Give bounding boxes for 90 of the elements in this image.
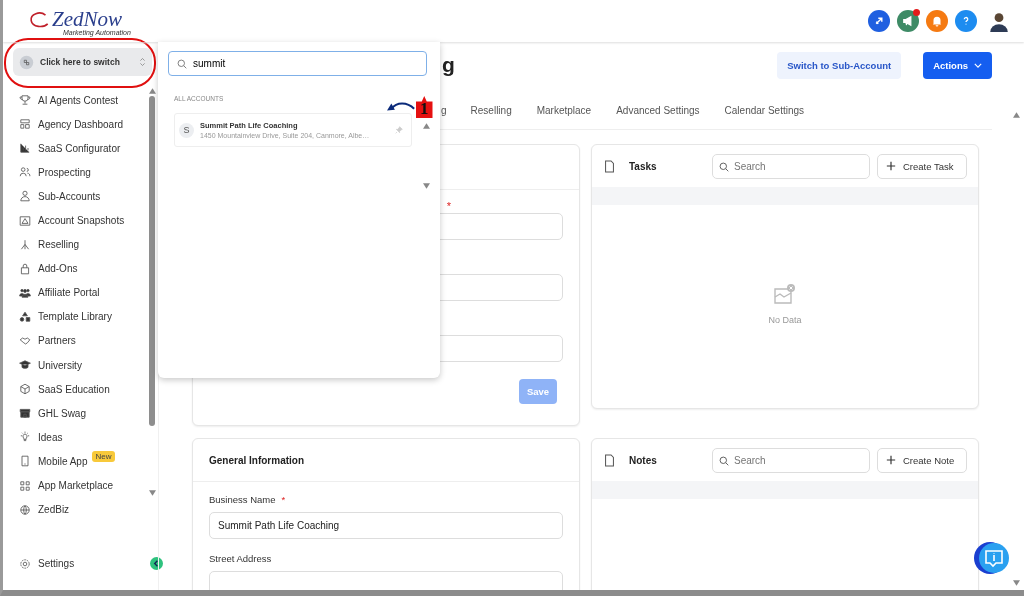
sidebar-item[interactable]: Agency Dashboard	[3, 112, 146, 137]
sidebar-item[interactable]: Sub-Accounts	[3, 184, 146, 209]
search-icon	[177, 59, 187, 69]
scrollbar-thumb[interactable]	[149, 96, 155, 426]
search-field[interactable]: summit	[168, 51, 427, 76]
sidebar-item[interactable]: University	[3, 353, 146, 378]
sidebar-item[interactable]: AI Agents Contest	[3, 88, 146, 113]
sidebar-item[interactable]: Add-Ons	[3, 256, 146, 281]
sidebar-item[interactable]: Partners	[3, 328, 146, 354]
store-icon	[19, 407, 31, 420]
logo-text: ZedNow	[52, 7, 122, 31]
sidebar-item[interactable]: Account Snapshots	[3, 208, 146, 233]
scroll-up-arrow-icon[interactable]	[422, 123, 430, 129]
search-icon	[719, 161, 729, 172]
bag-icon	[19, 262, 31, 275]
up-down-caret-icon	[139, 56, 146, 68]
card-title: Tasks	[629, 160, 658, 172]
lightbulb-icon	[19, 431, 31, 444]
card-title: Notes	[629, 454, 658, 466]
scroll-down-arrow-icon[interactable]	[1013, 580, 1020, 586]
rocket-icon[interactable]	[868, 10, 890, 32]
create-note-button[interactable]: Create Note	[877, 447, 967, 473]
image-frame-icon	[19, 214, 31, 227]
plus-icon	[886, 455, 896, 465]
field-label: Business Name	[209, 494, 276, 505]
sidebar-item[interactable]: Ideas	[3, 425, 146, 450]
input-field[interactable]	[209, 571, 563, 590]
sidebar-item[interactable]: SaaS Configurator	[3, 136, 146, 161]
settings-item[interactable]: Settings	[3, 551, 75, 576]
chat-help-icon[interactable]	[974, 540, 1010, 576]
sidebar-item[interactable]: App Marketplace	[3, 473, 146, 498]
sidebar-item[interactable]: Reselling	[3, 232, 146, 257]
account-switcher[interactable]: Click here to switch	[13, 48, 152, 76]
required-mark: *	[446, 200, 451, 213]
grid-icon	[19, 479, 31, 492]
account-initial: S	[179, 122, 194, 138]
card-title: General Information	[209, 454, 305, 466]
cube-icon	[19, 383, 31, 396]
document-icon	[604, 159, 615, 173]
empty-state-text: No Data	[768, 315, 802, 325]
sidebar-item[interactable]: ZedBiz	[3, 497, 146, 522]
sidebar-item[interactable]: Mobile App New	[3, 449, 146, 474]
sidebar-item[interactable]: Prospecting	[3, 160, 146, 185]
sidebar-item[interactable]: SaaS Education	[3, 377, 146, 402]
tab[interactable]: Marketplace	[536, 92, 592, 128]
tab[interactable]: Advanced Settings	[616, 92, 700, 128]
sidebar-item[interactable]: Affiliate Portal	[3, 280, 146, 305]
search-icon	[719, 455, 729, 466]
group-icon	[19, 286, 31, 299]
people-icon	[19, 166, 31, 179]
tab[interactable]: Reselling	[470, 92, 512, 128]
page-title: g	[442, 53, 455, 77]
avatar-icon[interactable]	[988, 10, 1010, 32]
sidebar-item[interactable]: GHL Swag	[3, 401, 146, 426]
required-mark: *	[281, 494, 286, 505]
bell-icon[interactable]	[926, 10, 948, 32]
document-icon	[604, 453, 615, 467]
settings-icon	[19, 557, 31, 570]
graduation-cap-icon	[19, 359, 31, 372]
create-task-button[interactable]: Create Task	[877, 153, 967, 179]
search-field[interactable]: Search	[712, 153, 870, 179]
input-field[interactable]: Summit Path Life Coaching	[209, 512, 563, 539]
location-icon	[19, 54, 34, 70]
new-badge: New	[92, 450, 115, 462]
megaphone-icon[interactable]	[897, 10, 919, 32]
chevron-left-icon	[152, 559, 161, 569]
step-marker: 1	[416, 96, 433, 118]
scroll-down-arrow-icon[interactable]	[148, 490, 156, 496]
scroll-up-arrow-icon[interactable]	[148, 88, 156, 94]
branch-icon	[19, 238, 31, 251]
plus-icon	[886, 161, 896, 171]
dashboard-icon	[19, 118, 31, 131]
shapes-icon	[19, 310, 31, 323]
tab[interactable]: g	[441, 92, 447, 128]
field-label: Street Address	[209, 553, 272, 564]
actions-button[interactable]: Actions	[923, 51, 992, 79]
tab[interactable]: Calendar Settings	[724, 92, 805, 128]
phone-icon	[19, 455, 31, 468]
person-icon	[19, 190, 31, 203]
switch-sub-account-button[interactable]: Switch to Sub-Account	[777, 51, 902, 79]
trophy-icon	[19, 94, 31, 107]
chevron-down-icon	[974, 62, 982, 68]
chart-icon	[19, 142, 31, 155]
scroll-down-arrow-icon[interactable]	[422, 183, 430, 189]
search-field[interactable]: Search	[712, 447, 870, 473]
sidebar-item[interactable]: Template Library	[3, 304, 146, 329]
globe-icon	[19, 503, 31, 516]
help-icon[interactable]	[955, 10, 977, 32]
empty-inbox-icon	[773, 283, 797, 307]
scroll-up-arrow-icon[interactable]	[1013, 112, 1020, 118]
